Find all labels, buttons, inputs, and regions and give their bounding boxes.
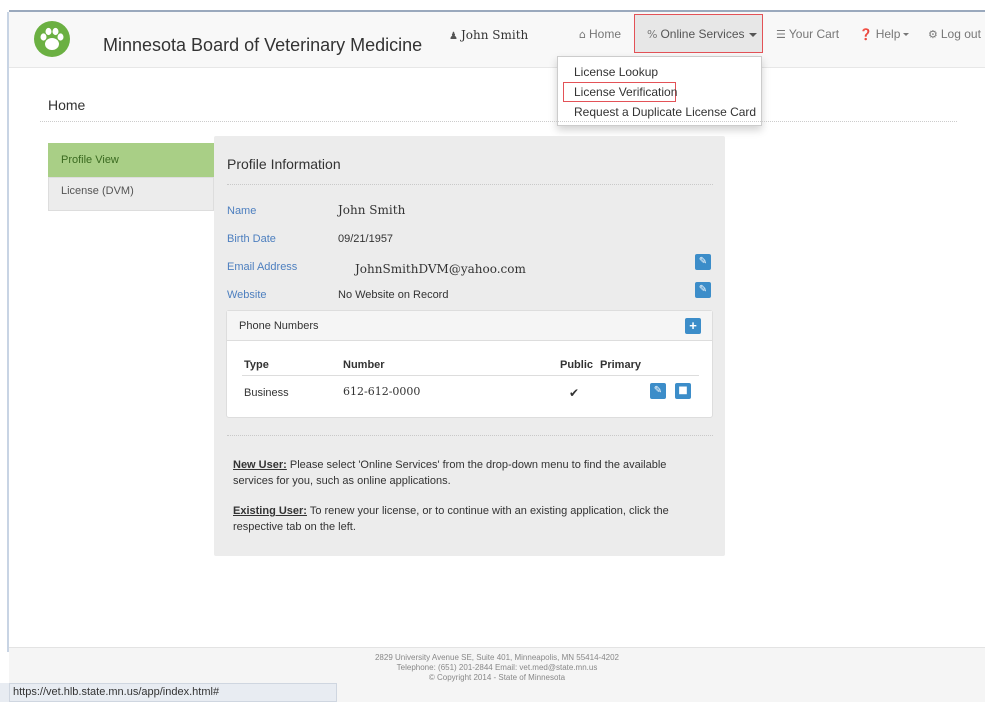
phone-numbers-header: Phone Numbers + (227, 311, 712, 341)
profile-panel-title: Profile Information (227, 156, 341, 172)
footer-contact: Telephone: (651) 201-2844 Email: vet.med… (396, 663, 598, 672)
table-header-divider (242, 375, 699, 376)
nav-online-services-label: Online Services (660, 27, 745, 41)
paw-logo-icon[interactable] (34, 21, 70, 57)
nav-home-label: Home (588, 27, 621, 41)
nav-cart-label: Your Cart (788, 27, 840, 41)
user-name-label: John Smith (460, 28, 529, 42)
nav-logout-link[interactable]: ⚙ Log out (928, 12, 981, 67)
menu-item-license-verification[interactable]: License Verification (563, 82, 677, 102)
tab-profile-view[interactable]: Profile View (48, 143, 214, 177)
user-icon: ♟ (449, 31, 458, 42)
email-label: Email Address (227, 261, 298, 273)
add-phone-button[interactable]: + (685, 318, 701, 334)
edit-phone-button[interactable]: ✎ (650, 383, 666, 399)
new-user-label: New User: (233, 459, 287, 471)
edit-website-button[interactable]: ✎ (695, 282, 711, 298)
column-header-primary: Primary (600, 359, 641, 371)
public-check-icon: ✔ (569, 386, 580, 400)
nav-help-menu[interactable]: ❓ Help (859, 12, 910, 67)
left-edge-line (7, 12, 9, 652)
pencil-icon: ✎ (698, 284, 708, 295)
birth-date-value: 09/21/1957 (338, 233, 394, 245)
nav-logout-label: Log out (940, 27, 981, 41)
footer-address: 2829 University Avenue SE, Suite 401, Mi… (374, 653, 619, 662)
phone-number-cell: 612-612-0000 (343, 385, 421, 398)
notes-divider (227, 435, 713, 436)
page-title: Home (48, 97, 86, 113)
new-user-note: New User: Please select 'Online Services… (233, 457, 703, 489)
menu-item-duplicate-license-card[interactable]: Request a Duplicate License Card (558, 102, 761, 122)
column-header-public: Public (560, 359, 594, 371)
question-circle-icon: ❓ (859, 28, 873, 41)
column-header-type: Type (244, 359, 269, 371)
name-value: John Smith (338, 203, 406, 217)
cart-icon: ☰ (776, 28, 786, 41)
navbar: Minnesota Board of Veterinary Medicine ♟… (9, 12, 985, 68)
left-edge (0, 0, 9, 702)
pencil-icon: ✎ (653, 385, 663, 396)
gear-icon: ⚙ (928, 28, 938, 41)
website-label: Website (227, 289, 267, 301)
phone-type-cell: Business (244, 387, 289, 399)
chevron-down-icon (903, 33, 910, 37)
current-user: ♟ John Smith (449, 28, 528, 42)
phone-numbers-panel: Phone Numbers + Type Number Public Prima… (226, 310, 713, 418)
edit-email-button[interactable]: ✎ (695, 254, 711, 270)
name-label: Name (227, 205, 257, 217)
footer-copyright: © Copyright 2014 - State of Minnesota (428, 673, 566, 682)
existing-user-label: Existing User: (233, 505, 307, 517)
new-user-text: Please select 'Online Services' from the… (233, 459, 667, 487)
phone-numbers-title: Phone Numbers (239, 320, 319, 332)
profile-panel: Profile Information Name John Smith Birt… (214, 136, 725, 556)
tab-license-dvm[interactable]: License (DVM) (48, 177, 214, 211)
chevron-down-icon (748, 32, 757, 37)
side-tabs: Profile View License (DVM) (48, 143, 214, 211)
existing-user-note: Existing User: To renew your license, or… (233, 503, 703, 535)
link-icon: % (647, 28, 658, 41)
delete-phone-button[interactable]: ■ (675, 383, 691, 399)
online-services-dropdown: License Lookup License Verification Requ… (557, 56, 762, 126)
nav-help-label: Help (875, 27, 901, 41)
page-title-divider (40, 121, 957, 122)
plus-icon: + (689, 318, 697, 333)
birth-date-label: Birth Date (227, 233, 276, 245)
browser-status-url: https://vet.hlb.state.mn.us/app/index.ht… (9, 683, 337, 702)
website-value: No Website on Record (338, 289, 449, 301)
pencil-icon: ✎ (698, 256, 708, 267)
home-icon: ⌂ (579, 28, 586, 41)
brand-title[interactable]: Minnesota Board of Veterinary Medicine (103, 35, 422, 56)
nav-online-services-menu[interactable]: % Online Services (634, 14, 763, 53)
menu-item-license-lookup[interactable]: License Lookup (558, 62, 761, 82)
email-value: JohnSmithDVM@yahoo.com (355, 262, 526, 276)
statusbar-edge (0, 683, 9, 702)
nav-cart-link[interactable]: ☰ Your Cart (776, 12, 839, 67)
profile-panel-divider (227, 184, 713, 185)
column-header-number: Number (343, 359, 385, 371)
trash-icon: ■ (678, 385, 688, 396)
